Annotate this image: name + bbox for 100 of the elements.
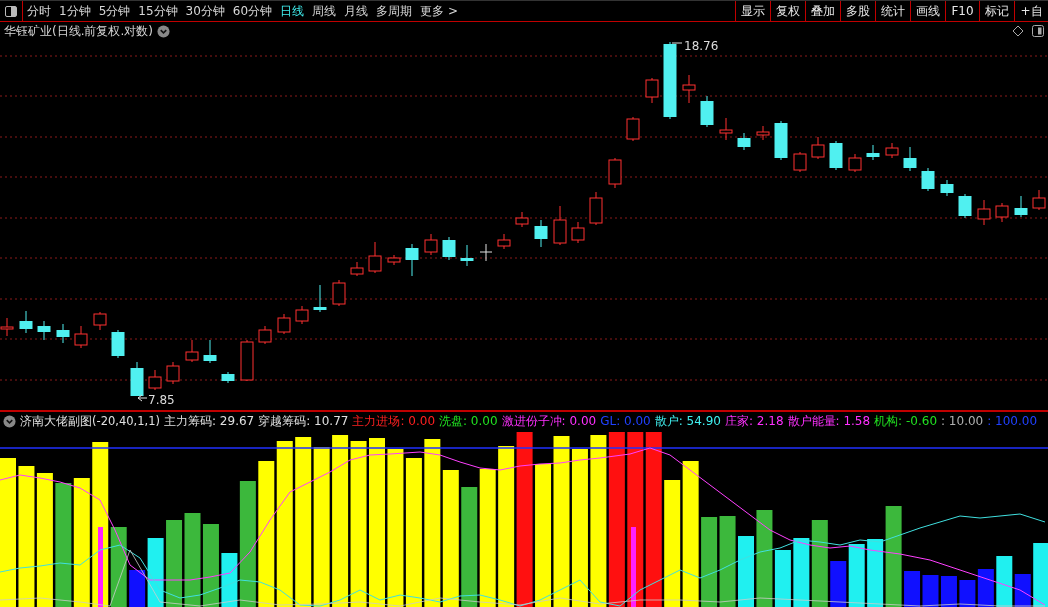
candlestick (350, 261, 364, 277)
candlestick (534, 219, 548, 248)
candlestick (885, 142, 899, 159)
candlestick (848, 153, 862, 173)
indicator-value: 机构: -0.60 (874, 412, 937, 430)
candlestick (1014, 195, 1028, 218)
period-tab[interactable]: 多周期 (372, 1, 417, 21)
candlestick (387, 254, 401, 266)
indicator-value: 洗盘: 0.00 (439, 412, 498, 430)
candlestick (829, 140, 843, 171)
toolbar-button[interactable]: 显示 (735, 1, 770, 21)
indicator-value: 穿越筹码: 10.77 (258, 412, 349, 430)
candlestick (93, 311, 107, 331)
histogram-bar (904, 571, 921, 607)
candlestick (424, 233, 438, 256)
indicator-value: 散户能量: 1.58 (787, 412, 871, 430)
candlestick (37, 320, 51, 341)
candlestick (74, 325, 88, 349)
candlestick (166, 361, 180, 385)
period-tab[interactable]: 月线 (340, 1, 373, 21)
period-tab[interactable]: 30分钟 (181, 1, 229, 21)
indicator-value: 主力筹码: 29.67 (164, 412, 255, 430)
period-tab[interactable]: 更多 > (416, 1, 462, 21)
candlestick (368, 241, 382, 274)
period-tab[interactable]: 15分钟 (134, 1, 182, 21)
candlestick (866, 144, 880, 161)
toolbar-button[interactable]: 画线 (910, 1, 945, 21)
price-label: 7.85 (148, 393, 175, 407)
histogram-bar (940, 576, 957, 607)
indicator-value: : 100.00 (987, 414, 1038, 428)
candlestick (737, 132, 751, 151)
candlestick (940, 179, 954, 197)
indicator-value: GL: 0.00 (600, 414, 651, 428)
candlestick (111, 329, 125, 359)
candlestick (405, 243, 419, 277)
toolbar-button[interactable]: F10 (945, 1, 979, 21)
candlestick (977, 199, 991, 226)
candlestick (645, 77, 659, 104)
candlestick (571, 221, 585, 244)
histogram-bar (922, 575, 939, 607)
indicator-value: 庄家: 2.18 (724, 412, 784, 430)
indicator-name: 济南大佬副图(-20,40,1,1) (20, 413, 160, 429)
toolbar-button[interactable]: 复权 (770, 1, 805, 21)
candlestick (497, 233, 511, 250)
panel-toggle-icon[interactable] (1032, 25, 1044, 37)
leader-line (671, 42, 683, 44)
toolbar-button[interactable]: 叠加 (805, 1, 840, 21)
candlestick (442, 236, 456, 261)
histogram-bar (977, 569, 994, 607)
period-tab[interactable]: 周线 (308, 1, 341, 21)
candlestick (682, 74, 696, 104)
candlestick (240, 339, 254, 382)
candlestick (221, 371, 235, 384)
candlestick (460, 244, 474, 267)
candlestick (130, 361, 144, 397)
toolbar-button[interactable]: 多股 (840, 1, 875, 21)
candlestick (203, 339, 217, 364)
dropdown-icon[interactable] (3, 414, 16, 428)
toolbar-button[interactable]: 标记 (979, 1, 1014, 21)
candlestick (608, 157, 622, 189)
indicator-value: 主力进场: 0.00 (352, 412, 435, 430)
toolbar-button[interactable]: 统计 (875, 1, 910, 21)
candlestick (19, 310, 33, 334)
price-label: 18.76 (684, 40, 719, 53)
histogram-bar (959, 580, 976, 607)
histogram-bar (793, 538, 810, 607)
candlestick (515, 211, 529, 228)
period-tab[interactable]: 1分钟 (55, 1, 95, 21)
candlestick (921, 167, 935, 192)
candlestick (258, 325, 272, 345)
candlestick (626, 116, 640, 142)
candlestick (185, 339, 199, 363)
candlestick (958, 193, 972, 219)
dropdown-icon[interactable] (157, 24, 170, 38)
candlestick (479, 243, 493, 262)
candlestick (774, 120, 788, 161)
histogram-bar (738, 536, 754, 607)
candlestick (700, 95, 714, 128)
candlestick (332, 279, 346, 307)
indicator-value: 激进份子冲: 0.00 (501, 412, 597, 430)
period-tab[interactable]: 分时 (23, 1, 55, 21)
candlestick (995, 202, 1009, 223)
diamond-icon[interactable] (1012, 25, 1024, 37)
candlestick (56, 323, 70, 344)
candlestick (811, 136, 825, 160)
indicator-value: : 10.00 (941, 414, 984, 428)
chart-title: 华钰矿业(日线.前复权.对数) (4, 22, 153, 40)
candlestick (793, 151, 807, 173)
period-tab[interactable]: 60分钟 (228, 1, 277, 21)
period-tab[interactable]: 日线 (276, 1, 309, 21)
candlestick (903, 146, 917, 172)
histogram-bar (1033, 543, 1048, 607)
period-tab[interactable]: 5分钟 (94, 1, 135, 21)
indicator-value: 散户: 54.90 (654, 412, 721, 430)
leader-line (137, 394, 148, 402)
candlestick (756, 125, 770, 141)
candlestick (277, 313, 291, 335)
candlestick (295, 305, 309, 325)
histogram-bar (830, 561, 847, 607)
toolbar-button[interactable]: +自 (1014, 1, 1048, 21)
